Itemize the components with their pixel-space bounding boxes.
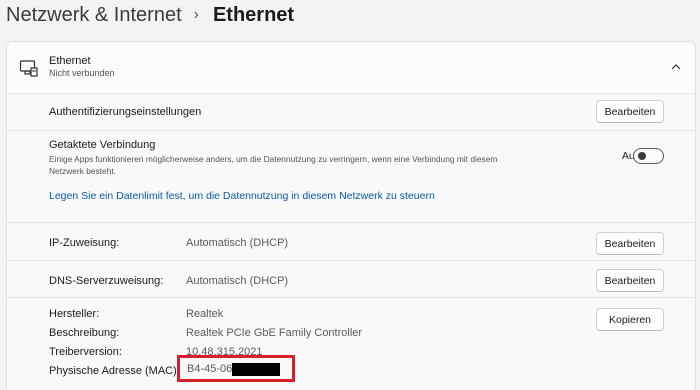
data-limit-link[interactable]: Legen Sie ein Datenlimit fest, um die Da…	[49, 190, 435, 202]
dns-assignment-label: DNS-Serverzuweisung:	[49, 275, 164, 287]
mac-address-label: Physische Adresse (MAC):	[49, 365, 180, 377]
dns-edit-button[interactable]: Bearbeiten	[596, 269, 664, 292]
ethernet-header[interactable]: Ethernet Nicht verbunden	[7, 42, 695, 94]
page-title: Ethernet	[212, 3, 295, 26]
metered-connection-description: Einige Apps funktionieren möglicherweise…	[49, 154, 498, 176]
driver-version-label: Treiberversion:	[49, 346, 122, 358]
ip-assignment-row: IP-Zuweisung: Automatisch (DHCP) Bearbei…	[7, 223, 695, 261]
manufacturer-value: Realtek	[186, 308, 224, 320]
ip-assignment-label: IP-Zuweisung:	[49, 237, 120, 249]
metered-connection-title: Getaktete Verbindung	[49, 139, 156, 151]
ethernet-settings-panel: Ethernet Nicht verbunden Authentifizieru…	[6, 41, 696, 390]
toggle-knob	[638, 152, 646, 160]
ethernet-icon	[19, 60, 38, 77]
breadcrumb-separator-icon: ›	[193, 6, 199, 23]
auth-settings-row: Authentifizierungseinstellungen Bearbeit…	[7, 94, 695, 131]
manufacturer-label: Hersteller:	[49, 308, 100, 320]
mac-redaction	[232, 363, 280, 376]
ip-edit-button[interactable]: Bearbeiten	[596, 232, 664, 255]
auth-edit-button[interactable]: Bearbeiten	[596, 100, 664, 123]
breadcrumb-parent[interactable]: Netzwerk & Internet	[6, 4, 182, 27]
copy-button[interactable]: Kopieren	[596, 308, 664, 331]
dns-assignment-row: DNS-Serverzuweisung: Automatisch (DHCP) …	[7, 261, 695, 298]
ip-assignment-value: Automatisch (DHCP)	[186, 237, 289, 249]
description-value: Realtek PCIe GbE Family Controller	[186, 327, 363, 339]
mac-address-value: B4-45-06-	[187, 363, 236, 375]
dns-assignment-value: Automatisch (DHCP)	[186, 275, 289, 287]
auth-settings-label: Authentifizierungseinstellungen	[49, 106, 202, 118]
connection-status: Nicht verbunden	[49, 68, 115, 78]
metered-toggle[interactable]	[633, 148, 664, 164]
mac-highlight-box: B4-45-06-	[177, 355, 295, 382]
chevron-up-icon[interactable]	[667, 58, 685, 76]
description-label: Beschreibung:	[49, 327, 120, 339]
breadcrumb: Netzwerk & Internet › Ethernet	[6, 2, 294, 28]
ethernet-title: Ethernet	[49, 55, 91, 67]
